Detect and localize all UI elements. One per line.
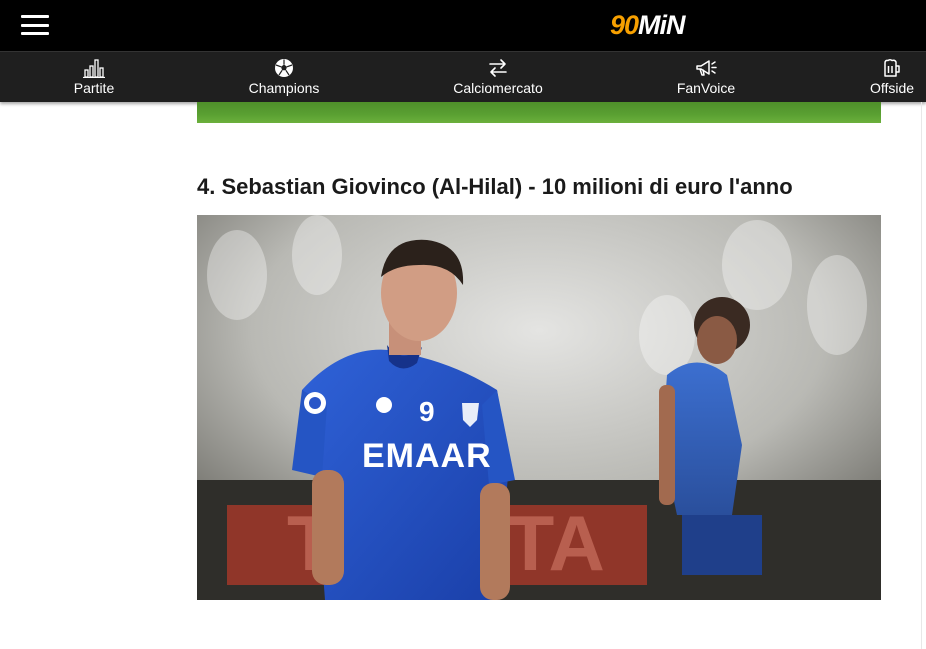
article-photo: TOYOTA 9 EMAAR	[197, 215, 881, 600]
article-headline: 4. Sebastian Giovinco (Al-Hilal) - 10 mi…	[197, 174, 793, 199]
nav-item-offside[interactable]: Offside	[864, 52, 920, 102]
nav-label-offside: Offside	[869, 80, 915, 96]
previous-article-image	[197, 102, 881, 123]
bar-chart-icon	[83, 57, 105, 79]
page-scroll-edge	[921, 102, 922, 649]
jersey-sponsor: EMAAR	[362, 437, 492, 475]
site-logo[interactable]: 90 MiN	[610, 10, 686, 40]
player-photo-illustration: TOYOTA 9 EMAAR	[197, 215, 881, 600]
jersey-number: 9	[419, 396, 435, 427]
nav-label-champions: Champions	[248, 80, 320, 96]
logo-number: 90	[610, 10, 639, 40]
hamburger-menu-icon[interactable]	[18, 12, 52, 38]
nav-item-champions[interactable]: Champions	[244, 52, 324, 102]
nav-item-partite[interactable]: Partite	[64, 52, 124, 102]
section-nav: Partite Champions Calciomercato FanVoice…	[0, 51, 926, 102]
beer-mug-icon	[882, 57, 902, 79]
nav-label-calciomercato: Calciomercato	[453, 80, 543, 96]
nav-label-fanvoice: FanVoice	[676, 80, 736, 96]
transfer-arrows-icon	[487, 57, 509, 79]
logo-text: MiN	[638, 10, 685, 40]
nav-item-fanvoice[interactable]: FanVoice	[672, 52, 740, 102]
soccer-ball-icon	[274, 57, 294, 79]
megaphone-icon	[695, 57, 717, 79]
nav-label-partite: Partite	[73, 80, 115, 96]
top-bar: 90 MiN	[0, 0, 926, 51]
nav-item-calciomercato[interactable]: Calciomercato	[448, 52, 548, 102]
